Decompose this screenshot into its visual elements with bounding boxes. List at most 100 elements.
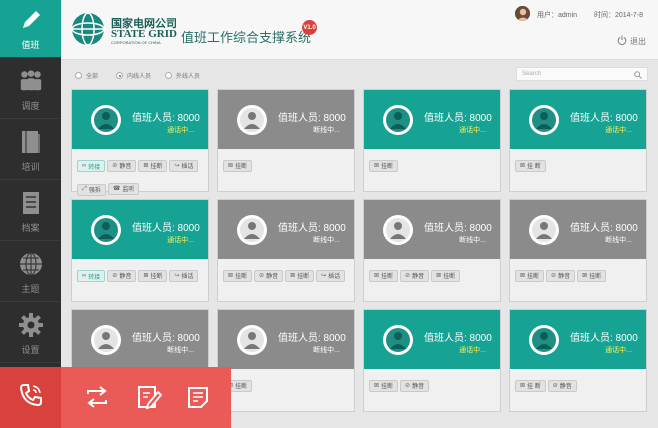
- notes-button[interactable]: [185, 386, 211, 412]
- card-action-button[interactable]: ⊘ 静音: [547, 379, 577, 392]
- action-label: 静音: [119, 274, 132, 280]
- staff-card[interactable]: 值班人员: 8000 通话中... ⊠ 挂断 ⊘ 静音: [363, 309, 501, 412]
- card-header: 值班人员: 8000 断线中...: [72, 310, 208, 369]
- card-action-button[interactable]: ⊘ 静音: [254, 269, 284, 282]
- card-actions: ⊠ 挂 断 ⊘ 静音: [515, 374, 645, 397]
- call-button[interactable]: [0, 367, 61, 428]
- brand-name-en: STATE GRID: [111, 28, 177, 40]
- action-icon: ⊠: [374, 383, 380, 389]
- card-action-button[interactable]: ⊘ 静音: [107, 269, 137, 282]
- card-header: 值班人员: 8000 断线中...: [218, 200, 354, 259]
- call-status: 断线中...: [167, 347, 194, 354]
- filter-option-label: 内线人员: [127, 74, 152, 80]
- action-icon: ∞: [82, 163, 87, 169]
- card-action-button[interactable]: ↪ 插话: [316, 269, 346, 282]
- card-action-button[interactable]: ↪ 插话: [169, 159, 199, 172]
- action-icon: ⊘: [405, 383, 411, 389]
- nav-item-label: 设置: [21, 344, 40, 355]
- staff-card[interactable]: 值班人员: 8000 断线中... ⊠挂断: [217, 309, 355, 412]
- card-action-button[interactable]: ⊘ 静音: [546, 269, 576, 282]
- staff-card[interactable]: 值班人员: 8000 通话中... ⊠ 挂 断: [509, 89, 647, 192]
- filter-option-internal[interactable]: 内线人员: [116, 71, 151, 80]
- version-badge: V1.0: [302, 20, 317, 35]
- action-icon: ⤢: [82, 186, 87, 192]
- nav-item-archive[interactable]: 档案: [0, 183, 61, 241]
- avatar[interactable]: [515, 6, 530, 21]
- staff-card[interactable]: 值班人员: 8000 通话中... ⊠ 挂断: [363, 89, 501, 192]
- call-status: 断线中...: [313, 237, 340, 244]
- staff-card[interactable]: 值班人员: 8000 通话中... ∞ 转接 ⊘ 静音 ⊠ 挂断 ↪ 插话: [71, 199, 209, 302]
- card-action-button[interactable]: ⊠ 挂 断: [515, 159, 546, 172]
- card-action-button[interactable]: ⊘ 静音: [107, 159, 137, 172]
- nav-item-dispatch[interactable]: 调度: [0, 61, 61, 119]
- card-action-button[interactable]: ⤢ 强拆: [77, 183, 106, 196]
- card-action-button[interactable]: ⊠挂断: [515, 269, 545, 282]
- action-icon: ☎: [112, 186, 121, 192]
- card-action-button[interactable]: ⊠挂断: [138, 269, 168, 282]
- staff-card[interactable]: 值班人员: 8000 断线中... ⊠挂断: [217, 89, 355, 192]
- card-action-button[interactable]: ⊠挂断: [369, 159, 399, 172]
- action-label: 插话: [181, 164, 194, 170]
- call-status: 断线中...: [459, 237, 486, 244]
- card-header: 值班人员: 8000 通话中...: [72, 90, 208, 149]
- person-avatar-icon: [91, 105, 121, 135]
- action-label: 挂 断: [527, 164, 541, 170]
- staff-name: 值班人员: 8000: [132, 113, 200, 124]
- brand-subtitle: CORPORATION OF CHINA: [111, 40, 161, 45]
- card-action-button[interactable]: ∞ 转接: [77, 270, 106, 282]
- filter-option-all[interactable]: 全部: [75, 71, 98, 80]
- nav-item-label: 调度: [21, 100, 40, 111]
- staff-card[interactable]: 值班人员: 8000 断线中... ⊠ 挂断 ⊘ 静音 ⊠ 挂断 ↪ 插话: [217, 199, 355, 302]
- edit-button[interactable]: [136, 385, 163, 412]
- radio-dot: [75, 72, 82, 79]
- staff-card[interactable]: 值班人员: 8000 通话中... ⊠ 挂 断 ⊘ 静音: [509, 309, 647, 412]
- radio-dot: [116, 72, 123, 79]
- action-label: 静音: [558, 274, 571, 280]
- staff-card[interactable]: 值班人员: 8000 断线中... ⊠ 挂断 ⊘ 静音 ⊠ 挂断: [363, 199, 501, 302]
- nav-item-duty[interactable]: 值班: [0, 0, 61, 58]
- call-status: 断线中...: [605, 237, 632, 244]
- card-action-button[interactable]: ⊠挂断: [369, 379, 399, 392]
- action-icon: ⊠: [143, 273, 149, 279]
- staff-card[interactable]: 值班人员: 8000 通话中... ∞ 转接 ⊘ 静音 ⊠ 挂断 ↪ 插话 ⤢ 强拆 ☎ 监听: [71, 89, 209, 196]
- person-avatar-icon: [237, 215, 267, 245]
- logout-button[interactable]: 退出: [617, 35, 646, 47]
- action-label: 挂断: [297, 274, 310, 280]
- card-action-button[interactable]: ⊠挂断: [223, 159, 253, 172]
- card-action-button[interactable]: ⊠挂断: [223, 269, 253, 282]
- card-action-button[interactable]: ⊠挂断: [138, 159, 168, 172]
- action-label: 静音: [559, 384, 572, 390]
- card-action-button[interactable]: ⊠挂断: [577, 269, 607, 282]
- card-actions: ⊠ 挂断 ⊘ 静音 ⊠ 挂断 ↪ 插话: [223, 264, 353, 287]
- transfer-button[interactable]: [84, 385, 110, 413]
- action-icon: ⊠: [374, 273, 380, 279]
- staff-name: 值班人员: 8000: [278, 333, 346, 344]
- person-avatar-icon: [237, 325, 267, 355]
- header: 国家电网公司 STATE GRID CORPORATION OF CHINA 值…: [61, 0, 658, 60]
- action-icon: ⊠: [520, 383, 526, 389]
- card-action-button[interactable]: ↪ 插话: [169, 269, 199, 282]
- phone-icon: [18, 382, 44, 413]
- card-action-button[interactable]: ⊘ 静音: [400, 269, 430, 282]
- card-action-button[interactable]: ⊘ 静音: [400, 379, 430, 392]
- action-icon: ⊠: [436, 273, 442, 279]
- call-status: 通话中...: [167, 127, 194, 134]
- card-action-button[interactable]: ⊠ 挂 断: [515, 379, 546, 392]
- nav-item-label: 值班: [21, 39, 40, 50]
- card-action-button[interactable]: ⊠挂断: [369, 269, 399, 282]
- staff-card[interactable]: 值班人员: 8000 断线中... ⊠ 挂断 ⊘ 静音 ⊠ 挂断: [509, 199, 647, 302]
- card-action-button[interactable]: ☎ 监听: [107, 182, 140, 195]
- nav-item-theme[interactable]: 主题: [0, 244, 61, 302]
- staff-name: 值班人员: 8000: [570, 113, 638, 124]
- card-actions: ∞ 转接 ⊘ 静音 ⊠ 挂断 ↪ 插话: [77, 264, 207, 287]
- card-action-button[interactable]: ∞ 转接: [77, 160, 106, 172]
- card-header: 值班人员: 8000 通话中...: [364, 310, 500, 369]
- card-header: 值班人员: 8000 通话中...: [510, 310, 646, 369]
- nav-item-training[interactable]: 培训: [0, 122, 61, 180]
- card-action-button[interactable]: ⊠挂断: [431, 269, 461, 282]
- search-input[interactable]: Search: [516, 67, 648, 81]
- filter-option-external[interactable]: 外线人员: [165, 71, 200, 80]
- card-action-button[interactable]: ⊠挂断: [285, 269, 315, 282]
- nav-item-settings[interactable]: 设置: [0, 305, 61, 363]
- transfer-icon: [84, 385, 110, 413]
